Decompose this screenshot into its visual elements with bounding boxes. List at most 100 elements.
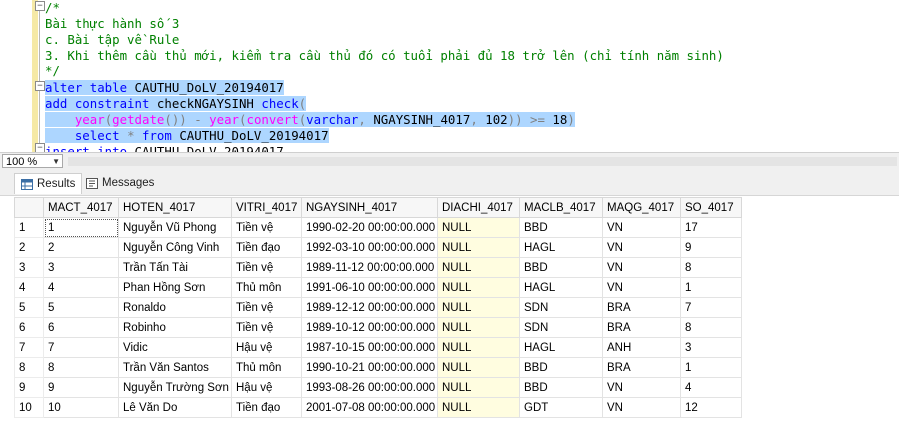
grid-cell[interactable]: 8: [680, 257, 742, 278]
grid-cell[interactable]: HAGL: [519, 277, 603, 298]
results-grid[interactable]: MACT_4017 HOTEN_4017 VITRI_4017 NGAYSINH…: [14, 197, 742, 418]
grid-cell[interactable]: BBD: [519, 377, 603, 398]
collapse-icon[interactable]: −: [35, 81, 45, 91]
code-line[interactable]: /*: [45, 0, 60, 16]
code-line-select[interactable]: select * from CAUTHU_DoLV_20194017: [45, 128, 329, 144]
grid-cell[interactable]: HAGL: [519, 337, 603, 358]
code-line-insert[interactable]: insert into CAUTHU_DoLV_20194017: [45, 144, 284, 152]
grid-cell[interactable]: 7: [680, 297, 742, 318]
grid-cell[interactable]: Tiền đạo: [231, 237, 302, 258]
grid-cell[interactable]: BBD: [519, 217, 603, 238]
row-number[interactable]: 7: [14, 337, 44, 358]
column-header[interactable]: HOTEN_4017: [118, 197, 232, 218]
grid-cell[interactable]: 3: [680, 337, 742, 358]
table-row[interactable]: 9 9 Nguyễn Trường Sơn Hậu vệ 1993-08-26 00:0…: [14, 377, 742, 398]
grid-cell[interactable]: 1: [680, 357, 742, 378]
table-row[interactable]: 4 4 Phan Hồng Sơn Thủ môn 1991-06-10 00:00:0…: [14, 277, 742, 298]
grid-cell[interactable]: VN: [602, 377, 681, 398]
grid-cell[interactable]: NULL: [437, 357, 520, 378]
grid-cell[interactable]: 7: [43, 337, 119, 358]
table-row[interactable]: 2 2 Nguyễn Công Vinh Tiền đạo 1992-03-10 00:…: [14, 237, 742, 258]
row-number[interactable]: 2: [14, 237, 44, 258]
grid-cell[interactable]: VN: [602, 217, 681, 238]
grid-cell[interactable]: 1993-08-26 00:00:00.000: [301, 377, 438, 398]
grid-cell[interactable]: 1989-10-12 00:00:00.000: [301, 317, 438, 338]
grid-cell[interactable]: BRA: [602, 317, 681, 338]
column-header[interactable]: SO_4017: [680, 197, 742, 218]
collapse-icon[interactable]: −: [35, 1, 45, 11]
row-number-header[interactable]: [14, 197, 44, 218]
grid-cell[interactable]: Trần Tấn Tài: [118, 257, 232, 278]
row-number[interactable]: 8: [14, 357, 44, 378]
grid-cell[interactable]: VN: [602, 237, 681, 258]
grid-cell[interactable]: 4: [680, 377, 742, 398]
row-number[interactable]: 6: [14, 317, 44, 338]
grid-cell[interactable]: 2001-07-08 00:00:00.000: [301, 397, 438, 418]
table-row[interactable]: 8 8 Trần Văn Santos Thủ môn 1990-10-21 00:00…: [14, 357, 742, 378]
grid-cell[interactable]: 1990-10-21 00:00:00.000: [301, 357, 438, 378]
grid-cell[interactable]: NULL: [437, 337, 520, 358]
grid-cell[interactable]: Vidic: [118, 337, 232, 358]
sql-editor[interactable]: − − − /* Bài thực hành số 3 c. Bài tập v…: [0, 0, 899, 152]
grid-cell[interactable]: BRA: [602, 297, 681, 318]
grid-cell[interactable]: 9: [680, 237, 742, 258]
grid-cell[interactable]: 4: [43, 277, 119, 298]
row-number[interactable]: 5: [14, 297, 44, 318]
grid-cell[interactable]: 1: [680, 277, 742, 298]
grid-cell[interactable]: 1992-03-10 00:00:00.000: [301, 237, 438, 258]
grid-cell[interactable]: Ronaldo: [118, 297, 232, 318]
row-number[interactable]: 10: [14, 397, 44, 418]
grid-cell[interactable]: GDT: [519, 397, 603, 418]
grid-cell[interactable]: Tiền vệ: [231, 257, 302, 278]
grid-cell[interactable]: Thủ môn: [231, 277, 302, 298]
column-header[interactable]: NGAYSINH_4017: [301, 197, 438, 218]
code-line[interactable]: c. Bài tập về Rule: [45, 32, 179, 48]
grid-cell[interactable]: NULL: [437, 397, 520, 418]
horizontal-scrollbar[interactable]: [68, 157, 897, 166]
grid-cell[interactable]: 8: [43, 357, 119, 378]
grid-cell[interactable]: 10: [43, 397, 119, 418]
grid-cell[interactable]: 2: [43, 237, 119, 258]
grid-cell[interactable]: Trần Văn Santos: [118, 357, 232, 378]
tab-results[interactable]: Results: [14, 173, 83, 194]
grid-cell[interactable]: NULL: [437, 317, 520, 338]
code-line[interactable]: */: [45, 63, 60, 79]
grid-cell[interactable]: SDN: [519, 297, 603, 318]
table-row[interactable]: 3 3 Trần Tấn Tài Tiền vệ 1989-11-12 00:00:00…: [14, 257, 742, 278]
collapse-icon[interactable]: −: [35, 143, 45, 152]
code-line[interactable]: Bài thực hành số 3: [45, 16, 179, 32]
row-number[interactable]: 1: [14, 217, 44, 238]
grid-cell[interactable]: Nguyễn Công Vinh: [118, 237, 232, 258]
grid-cell[interactable]: ANH: [602, 337, 681, 358]
grid-cell[interactable]: 12: [680, 397, 742, 418]
column-header[interactable]: MACT_4017: [43, 197, 119, 218]
grid-cell[interactable]: VN: [602, 277, 681, 298]
row-number[interactable]: 4: [14, 277, 44, 298]
grid-cell[interactable]: NULL: [437, 377, 520, 398]
column-header[interactable]: MACLB_4017: [519, 197, 603, 218]
grid-cell[interactable]: 1: [43, 217, 119, 238]
grid-cell[interactable]: HAGL: [519, 237, 603, 258]
grid-cell[interactable]: 1991-06-10 00:00:00.000: [301, 277, 438, 298]
grid-cell[interactable]: Hậu vệ: [231, 377, 302, 398]
grid-cell[interactable]: Phan Hồng Sơn: [118, 277, 232, 298]
grid-cell[interactable]: BRA: [602, 357, 681, 378]
grid-cell[interactable]: Tiền vệ: [231, 217, 302, 238]
grid-cell[interactable]: NULL: [437, 237, 520, 258]
table-row[interactable]: 6 6 Robinho Tiền vệ 1989-10-12 00:00:00.000 N…: [14, 317, 742, 338]
grid-cell[interactable]: SDN: [519, 317, 603, 338]
grid-cell[interactable]: 17: [680, 217, 742, 238]
grid-cell[interactable]: Robinho: [118, 317, 232, 338]
grid-cell[interactable]: BBD: [519, 257, 603, 278]
grid-cell[interactable]: 3: [43, 257, 119, 278]
grid-cell[interactable]: Tiền đạo: [231, 397, 302, 418]
grid-cell[interactable]: 5: [43, 297, 119, 318]
table-row[interactable]: 7 7 Vidic Hậu vệ 1987-10-15 00:00:00.000 NULL…: [14, 337, 742, 358]
column-header[interactable]: MAQG_4017: [602, 197, 681, 218]
grid-cell[interactable]: Lê Văn Do: [118, 397, 232, 418]
zoom-dropdown[interactable]: 100 % ▼: [2, 154, 63, 168]
grid-cell[interactable]: 1989-12-12 00:00:00.000: [301, 297, 438, 318]
grid-cell[interactable]: Hậu vệ: [231, 337, 302, 358]
code-line[interactable]: 3. Khi thêm cầu thủ mới, kiểm tra cầu th…: [45, 48, 724, 64]
grid-cell[interactable]: Thủ môn: [231, 357, 302, 378]
